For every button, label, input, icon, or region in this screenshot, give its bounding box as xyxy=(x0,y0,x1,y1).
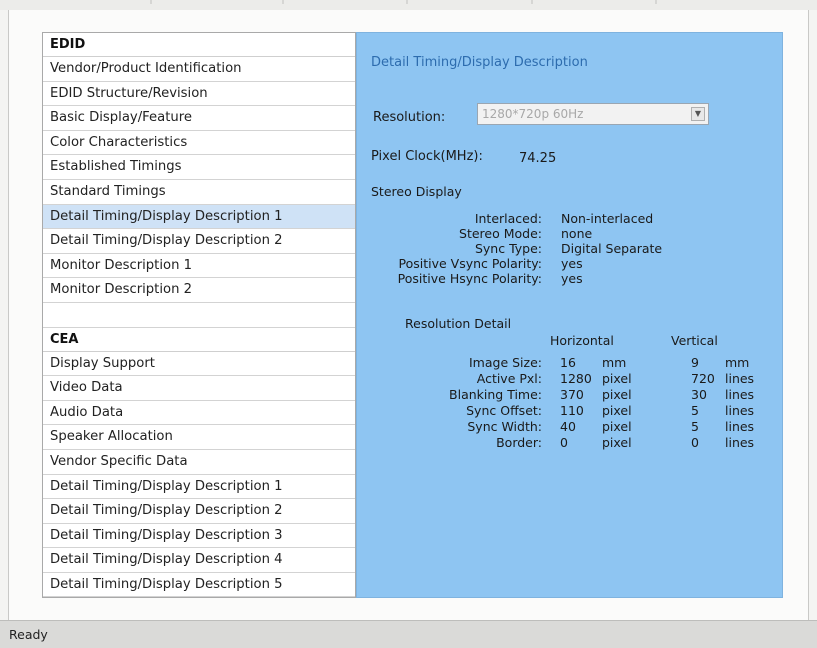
stereo-property-value: yes xyxy=(561,256,583,271)
vertical-value: 30 xyxy=(691,387,707,402)
resolution-value: 1280*720p 60Hz xyxy=(482,107,584,121)
sidebar-item[interactable]: Audio Data xyxy=(43,401,355,426)
sidebar-item[interactable]: Established Timings xyxy=(43,155,355,180)
vertical-unit: lines xyxy=(725,419,755,434)
status-text: Ready xyxy=(9,627,48,642)
cea-group-header: CEA xyxy=(43,328,355,352)
vertical-value: 0 xyxy=(691,435,699,450)
sidebar-item[interactable]: Detail Timing/Display Description 2 xyxy=(43,499,355,524)
top-tab-strip xyxy=(0,0,817,10)
horizontal-value: 110 xyxy=(560,403,584,418)
sidebar-item[interactable]: EDID Structure/Revision xyxy=(43,82,355,107)
horizontal-unit: pixel xyxy=(602,403,632,418)
row-label: Sync Offset: xyxy=(466,403,542,418)
vertical-unit: lines xyxy=(725,403,755,418)
horizontal-value: 40 xyxy=(560,419,576,434)
horizontal-value: 1280 xyxy=(560,371,592,386)
resolution-label: Resolution: xyxy=(373,110,446,125)
resolution-dropdown[interactable]: 1280*720p 60Hz ▼ xyxy=(477,103,709,125)
row-label: Border: xyxy=(496,435,542,450)
sidebar-item[interactable]: Vendor Specific Data xyxy=(43,450,355,475)
row-label: Image Size: xyxy=(469,355,542,370)
row-label: Active Pxl: xyxy=(476,371,542,386)
pixel-clock-label: Pixel Clock(MHz): xyxy=(371,149,483,164)
stereo-property-value: Digital Separate xyxy=(561,241,663,256)
chevron-down-icon[interactable]: ▼ xyxy=(691,107,705,121)
detail-panel: Detail Timing/Display Description Resolu… xyxy=(356,32,783,598)
stereo-property-label: Sync Type: xyxy=(474,241,542,256)
resolution-detail-title: Resolution Detail xyxy=(405,316,512,331)
edid-group-header: EDID xyxy=(43,33,355,57)
sidebar-item[interactable]: Monitor Description 1 xyxy=(43,254,355,279)
sidebar-item[interactable]: Detail Timing/Display Description 4 xyxy=(43,548,355,573)
horizontal-value: 0 xyxy=(560,435,568,450)
stereo-property-value: yes xyxy=(561,271,583,286)
vertical-unit: mm xyxy=(725,355,750,370)
cea-item-list: Display Support Video Data Audio Data Speak… xyxy=(43,352,355,597)
row-label: Blanking Time: xyxy=(449,387,542,402)
sidebar-item[interactable]: Video Data xyxy=(43,376,355,401)
sidebar-item[interactable]: Standard Timings xyxy=(43,180,355,205)
horizontal-unit: pixel xyxy=(602,371,632,386)
row-label: Sync Width: xyxy=(467,419,542,434)
sidebar-item[interactable]: Color Characteristics xyxy=(43,131,355,156)
stereo-property-label: Positive Hsync Polarity: xyxy=(397,271,542,286)
sidebar-item[interactable]: Detail Timing/Display Description 3 xyxy=(43,524,355,549)
horizontal-unit: pixel xyxy=(602,419,632,434)
vertical-value: 5 xyxy=(691,403,699,418)
pixel-clock-value: 74.25 xyxy=(519,151,557,166)
detail-heading: Detail Timing/Display Description xyxy=(371,55,588,70)
vertical-value: 5 xyxy=(691,419,699,434)
vertical-value: 720 xyxy=(691,371,715,386)
horizontal-unit: pixel xyxy=(602,387,632,402)
vertical-value: 9 xyxy=(691,355,699,370)
stereo-display-label: Stereo Display xyxy=(371,184,462,199)
sidebar-item[interactable]: Detail Timing/Display Description 1 xyxy=(43,204,355,230)
sidebar-item[interactable]: Detail Timing/Display Description 5 xyxy=(43,573,355,597)
status-bar: Ready xyxy=(0,620,817,648)
vertical-unit: lines xyxy=(725,371,755,386)
stereo-property-label: Interlaced: xyxy=(474,211,542,226)
stereo-property-value: Non-interlaced xyxy=(561,211,654,226)
sidebar-item[interactable]: Display Support xyxy=(43,352,355,377)
horizontal-value: 370 xyxy=(560,387,584,402)
horizontal-value: 16 xyxy=(560,355,576,370)
stereo-property-label: Positive Vsync Polarity: xyxy=(398,256,542,271)
vertical-column-header: Vertical xyxy=(671,333,718,348)
sidebar-item[interactable]: Detail Timing/Display Description 2 xyxy=(43,229,355,254)
list-spacer xyxy=(43,303,355,328)
stereo-property-label: Stereo Mode: xyxy=(459,226,542,241)
stereo-property-value: none xyxy=(561,226,593,241)
horizontal-unit: mm xyxy=(602,355,627,370)
horizontal-column-header: Horizontal xyxy=(550,333,614,348)
sidebar-item[interactable]: Basic Display/Feature xyxy=(43,106,355,131)
sidebar-item[interactable]: Speaker Allocation xyxy=(43,425,355,450)
vertical-unit: lines xyxy=(725,387,755,402)
edid-item-list: Vendor/Product Identification EDID Struct… xyxy=(43,57,355,303)
sidebar-item[interactable]: Detail Timing/Display Description 1 xyxy=(43,475,355,500)
section-list: EDID Vendor/Product Identification EDID S… xyxy=(42,32,356,598)
sidebar-item[interactable]: Monitor Description 2 xyxy=(43,278,355,303)
horizontal-unit: pixel xyxy=(602,435,632,450)
sidebar-item[interactable]: Vendor/Product Identification xyxy=(43,57,355,82)
vertical-unit: lines xyxy=(725,435,755,450)
